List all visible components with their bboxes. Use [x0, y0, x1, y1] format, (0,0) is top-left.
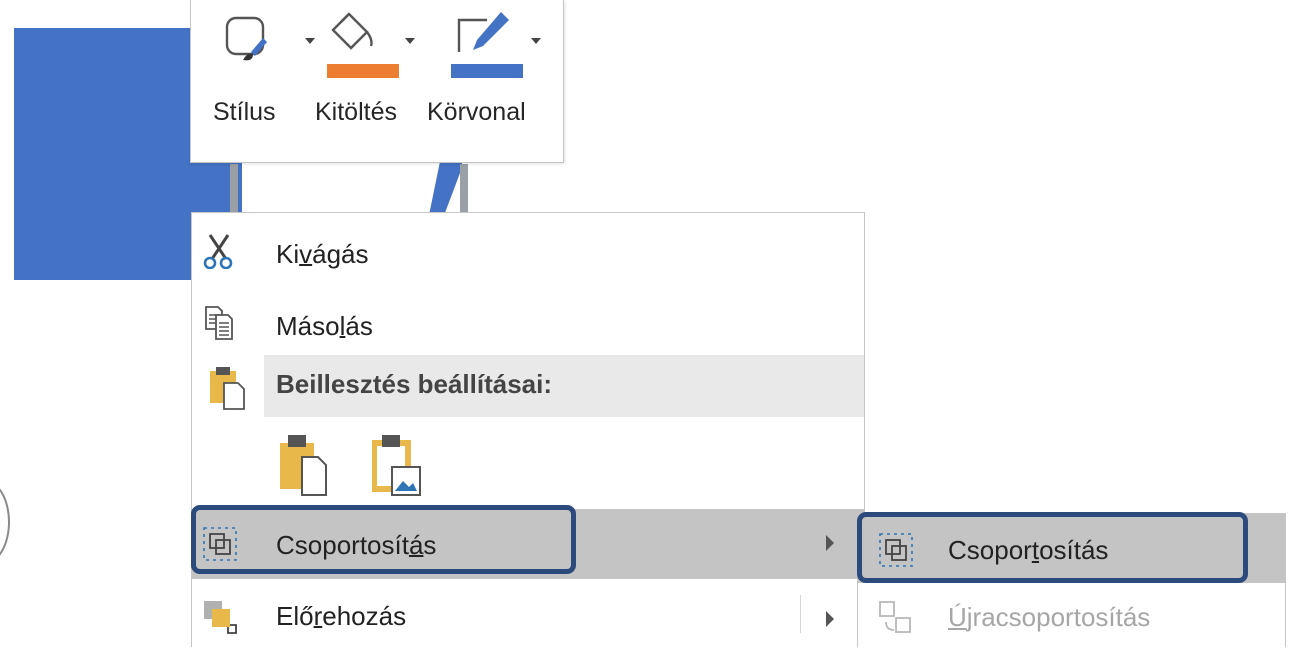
menu-label-bring-forward: Előrehozás [276, 601, 407, 631]
fill-label: Kitöltés [315, 98, 397, 126]
slide-curve-shape [0, 480, 10, 564]
selection-handle-right[interactable] [460, 164, 468, 214]
menu-item-cut[interactable]: Kivágás [192, 217, 864, 287]
submenu-label-regroup: Újracsoportosítás [948, 602, 1151, 632]
shape-style-icon [225, 16, 267, 61]
outline-button[interactable]: Körvonal [427, 0, 553, 160]
style-button[interactable]: Stílus [209, 0, 315, 160]
clipboard-paste-icon [210, 367, 245, 410]
outline-label: Körvonal [427, 98, 526, 126]
paint-bucket-icon [327, 12, 399, 78]
mini-toolbar: Stílus Kitöltés Körvonal [190, 0, 564, 163]
outline-dropdown-arrow-icon[interactable] [531, 38, 541, 44]
menu-item-copy[interactable]: Másolás [192, 289, 864, 359]
menu-label-copy: Másolás [276, 311, 373, 341]
fill-dropdown-arrow-icon[interactable] [405, 38, 415, 44]
group-highlight-frame [191, 505, 576, 574]
regroup-icon [879, 601, 911, 633]
paste-as-picture-icon[interactable] [372, 433, 422, 497]
group-submenu-arrow-icon [826, 535, 834, 551]
paste-options-header: Beillesztés beállításai: [264, 355, 864, 417]
submenu-group-highlight-frame [857, 512, 1248, 583]
scissors-icon [203, 234, 233, 269]
style-label: Stílus [213, 98, 276, 126]
fill-button[interactable]: Kitöltés [315, 0, 427, 160]
menu-item-bring-forward[interactable]: Előrehozás [192, 585, 864, 655]
bring-forward-submenu-arrow-icon [826, 611, 834, 627]
selection-handle-left[interactable] [230, 164, 238, 214]
menu-label-cut: Kivágás [276, 239, 369, 269]
paste-options-label: Beillesztés beállításai: [276, 369, 553, 399]
context-menu: Kivágás Másolás Beillesztés beállításai: [191, 212, 865, 647]
submenu-item-regroup: Újracsoportosítás [858, 586, 1285, 646]
menu-split-separator [800, 595, 801, 633]
style-dropdown-arrow-icon[interactable] [305, 38, 315, 44]
copy-icon [205, 306, 233, 340]
paste-keep-formatting-icon[interactable] [278, 433, 330, 497]
pen-outline-icon [451, 12, 523, 78]
bring-forward-icon [204, 601, 237, 634]
